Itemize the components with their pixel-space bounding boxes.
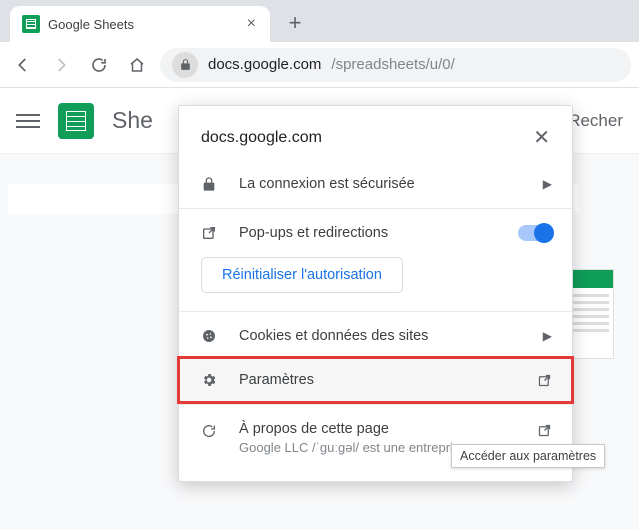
new-tab-button[interactable]: +	[280, 8, 310, 38]
search-placeholder-fragment: Recher	[568, 111, 623, 131]
sheets-logo-icon	[58, 103, 94, 139]
site-settings-row[interactable]: Paramètres	[179, 358, 572, 402]
connection-secure-label: La connexion est sécurisée	[239, 176, 525, 192]
site-info-button[interactable]	[172, 52, 198, 78]
open-external-icon	[537, 373, 552, 388]
reload-button[interactable]	[84, 50, 114, 80]
cookies-row[interactable]: Cookies et données des sites ▶	[179, 314, 572, 358]
url-host: docs.google.com	[208, 56, 321, 73]
lock-icon	[201, 176, 221, 192]
menu-button[interactable]	[16, 109, 40, 133]
site-settings-label: Paramètres	[239, 372, 519, 388]
divider	[179, 404, 572, 405]
back-button[interactable]	[8, 50, 38, 80]
app-title: She	[112, 107, 153, 134]
refresh-info-icon	[201, 423, 221, 439]
tooltip: Accéder aux paramètres	[451, 444, 605, 468]
tab-title: Google Sheets	[48, 17, 235, 32]
url-path: /spreadsheets/u/0/	[331, 56, 454, 73]
divider	[179, 311, 572, 312]
popup-permission-icon	[201, 225, 221, 241]
popups-redirects-label: Pop-ups et redirections	[239, 225, 500, 241]
connection-secure-row[interactable]: La connexion est sécurisée ▶	[179, 162, 572, 206]
about-page-label: À propos de cette page	[239, 421, 519, 437]
browser-tabstrip: Google Sheets × +	[0, 0, 639, 42]
home-button[interactable]	[122, 50, 152, 80]
forward-button[interactable]	[46, 50, 76, 80]
chevron-right-icon: ▶	[543, 329, 552, 343]
address-bar[interactable]: docs.google.com/spreadsheets/u/0/	[160, 48, 631, 82]
divider	[179, 208, 572, 209]
browser-toolbar: docs.google.com/spreadsheets/u/0/	[0, 42, 639, 88]
popup-close-button[interactable]: ✕	[529, 124, 554, 152]
cookies-label: Cookies et données des sites	[239, 328, 525, 344]
cookie-icon	[201, 328, 221, 344]
popup-host: docs.google.com	[201, 129, 529, 147]
sheets-icon	[22, 15, 40, 33]
popups-redirects-row: Pop-ups et redirections	[179, 211, 572, 255]
reset-permission-button[interactable]: Réinitialiser l'autorisation	[201, 257, 403, 293]
site-info-popup: docs.google.com ✕ La connexion est sécur…	[178, 105, 573, 482]
gear-icon	[201, 372, 221, 388]
open-external-icon	[537, 423, 552, 438]
chevron-right-icon: ▶	[543, 177, 552, 191]
close-tab-button[interactable]: ×	[243, 14, 260, 34]
popups-toggle[interactable]	[518, 225, 552, 241]
browser-tab-active[interactable]: Google Sheets ×	[10, 6, 270, 42]
